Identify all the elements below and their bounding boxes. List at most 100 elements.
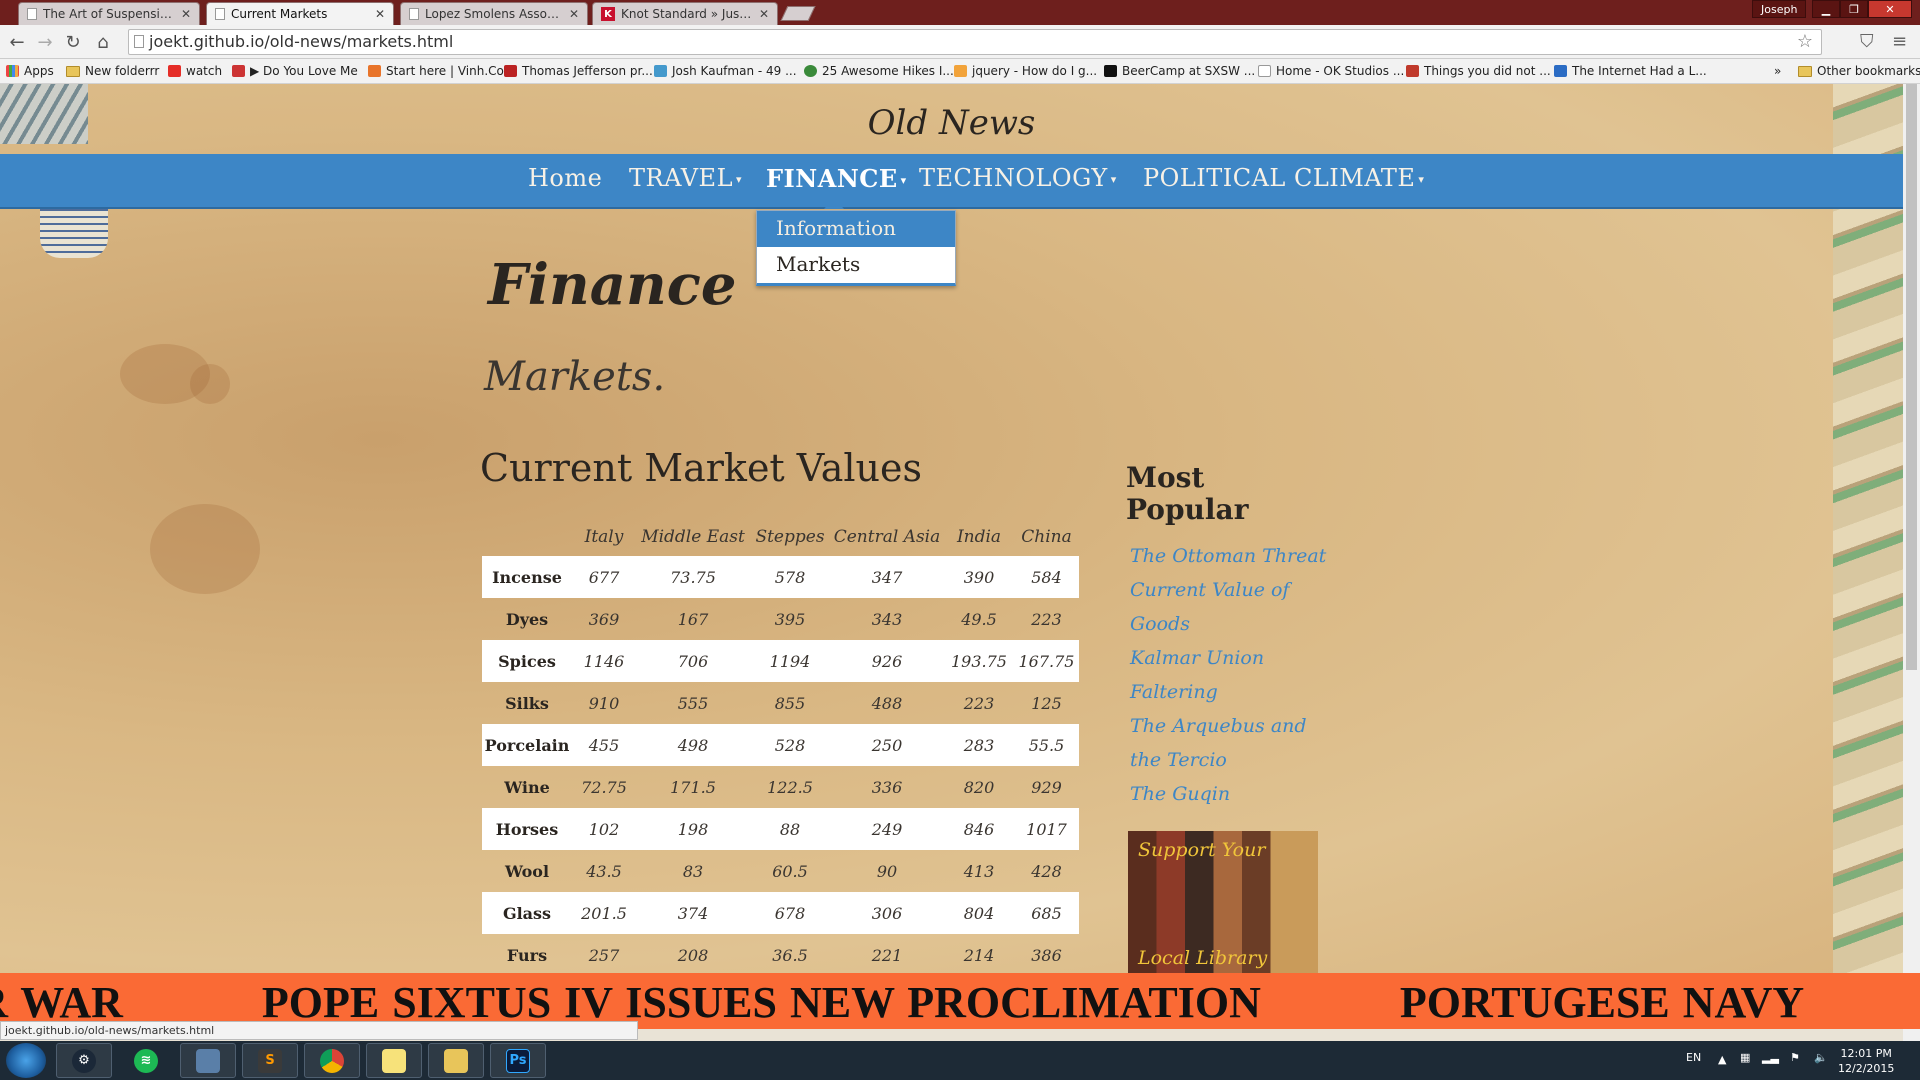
table-cell: 102	[588, 819, 620, 839]
close-window-icon[interactable]: ✕	[1868, 0, 1912, 18]
table-cell: 804	[963, 903, 995, 923]
table-header: Italy Middle East Steppes Central Asia I…	[482, 518, 1079, 556]
table-cell: 167	[677, 609, 709, 629]
home-icon[interactable]: ⌂	[92, 31, 114, 53]
bookmark-item[interactable]: ▶ Do You Love Me	[232, 64, 358, 78]
language-indicator[interactable]: EN	[1686, 1051, 1701, 1064]
forward-arrow-icon[interactable]: →	[34, 31, 56, 53]
nav-technology[interactable]: TECHNOLOGY ▾	[919, 164, 1117, 192]
bookmark-item[interactable]: BeerCamp at SXSW ...	[1104, 64, 1255, 78]
page-icon	[27, 8, 37, 20]
bookmark-item[interactable]: Start here | Vinh.Co	[368, 64, 504, 78]
close-tab-icon[interactable]: ✕	[375, 7, 385, 21]
table-cell: 171.5	[670, 777, 716, 797]
tab-title: The Art of Suspension of I	[43, 7, 175, 21]
tray-expand-icon[interactable]: ▲	[1718, 1053, 1726, 1066]
scrollbar-thumb[interactable]	[1906, 84, 1917, 670]
table-cell: 72.75	[581, 777, 627, 797]
row-label: Wool	[504, 861, 550, 881]
network-icon[interactable]: ▦	[1740, 1051, 1750, 1064]
taskbar-app-steam[interactable]: ⚙	[56, 1043, 112, 1078]
browser-tab-2[interactable]: Current Markets ✕	[206, 2, 394, 25]
popular-link-current-value-of-goods[interactable]: Current Value of Goods	[1130, 573, 1340, 641]
maximize-icon[interactable]: ❐	[1840, 0, 1868, 18]
bookmark-label: Other bookmarks	[1817, 64, 1920, 78]
bookmark-item[interactable]: New folderrr	[66, 64, 159, 78]
dropdown-item-markets[interactable]: Markets	[757, 247, 955, 283]
close-tab-icon[interactable]: ✕	[759, 7, 769, 21]
taskbar-app-spotify[interactable]: ≋	[118, 1043, 174, 1078]
dropdown-item-information[interactable]: Information	[757, 211, 955, 247]
system-clock[interactable]: 12:01 PM 12/2/2015	[1838, 1046, 1894, 1076]
bookmark-star-icon[interactable]: ☆	[1797, 31, 1813, 52]
popular-link-ottoman-threat[interactable]: The Ottoman Threat	[1130, 539, 1340, 573]
bookmark-item[interactable]: Home - OK Studios ...	[1258, 64, 1404, 78]
signal-icon[interactable]: ▂▃	[1762, 1051, 1779, 1064]
column-header: Central Asia	[833, 527, 941, 547]
close-tab-icon[interactable]: ✕	[181, 7, 191, 21]
browser-tab-4[interactable]: K Knot Standard » Just anot ✕	[592, 2, 778, 25]
browser-tab-1[interactable]: The Art of Suspension of I ✕	[18, 2, 200, 25]
section-title: Current Market Values	[480, 446, 923, 490]
browser-tab-3[interactable]: Lopez Smolens Associates ✕	[400, 2, 588, 25]
table-cell: 413	[963, 861, 995, 881]
taskbar-app-photoshop[interactable]: Ps	[490, 1043, 546, 1078]
bookmark-item[interactable]: Thomas Jefferson pr...	[504, 64, 653, 78]
table-cell: 201.5	[581, 903, 627, 923]
table-cell: 198	[677, 819, 709, 839]
nav-travel[interactable]: TRAVEL ▾	[629, 164, 742, 192]
medium-icon	[1554, 65, 1567, 77]
bookmarks-overflow-button[interactable]: »	[1774, 64, 1781, 78]
nav-home[interactable]: Home	[528, 164, 602, 192]
bookmark-item[interactable]: watch	[168, 64, 222, 78]
shield-extension-icon[interactable]: ⛉	[1860, 31, 1874, 52]
start-button[interactable]	[6, 1043, 46, 1078]
bookmark-item[interactable]: The Internet Had a L...	[1554, 64, 1707, 78]
taskbar-app-sublime[interactable]: S	[242, 1043, 298, 1078]
table-row: Horses 102 198 88 249 846 1017	[482, 808, 1079, 850]
flag-icon[interactable]: ⚑	[1790, 1051, 1800, 1064]
table-cell: 49.5	[961, 609, 997, 629]
bookmark-item[interactable]: jquery - How do I g...	[954, 64, 1097, 78]
table-cell: 122.5	[767, 777, 813, 797]
profile-button[interactable]: Joseph	[1752, 0, 1807, 18]
bookmark-item[interactable]: Josh Kaufman - 49 ...	[654, 64, 797, 78]
site-favicon	[368, 65, 381, 77]
row-label: Horses	[495, 819, 559, 839]
close-tab-icon[interactable]: ✕	[569, 7, 579, 21]
taskbar-app-chrome[interactable]	[304, 1043, 360, 1078]
browser-tab-strip: The Art of Suspension of I ✕ Current Mar…	[0, 0, 1920, 25]
back-arrow-icon[interactable]: ←	[6, 31, 28, 53]
other-bookmarks[interactable]: Other bookmarks	[1798, 64, 1920, 78]
address-bar[interactable]: joekt.github.io/old-news/markets.html ☆	[128, 29, 1822, 55]
taskbar-app-window[interactable]	[180, 1043, 236, 1078]
caret-down-icon: ▾	[900, 174, 907, 187]
table-row: Glass 201.5 374 678 306 804 685	[482, 892, 1079, 934]
site-title[interactable]: Old News	[0, 103, 1903, 143]
page-scrollbar[interactable]	[1903, 84, 1920, 1041]
minimize-icon[interactable]: ▁	[1812, 0, 1840, 18]
ad-text: Local Library	[1138, 947, 1268, 969]
popular-link-kalmar-union[interactable]: Kalmar Union Faltering	[1130, 641, 1340, 709]
library-ad-image[interactable]: Support Your Local Library	[1128, 831, 1318, 973]
table-body: Incense 677 73.75 578 347 390 584 Dyes 369 167 395…	[482, 556, 1079, 973]
address-url: joekt.github.io/old-news/markets.html	[149, 32, 454, 51]
taskbar-app-notes[interactable]	[366, 1043, 422, 1078]
bookmark-item[interactable]: Things you did not ...	[1406, 64, 1551, 78]
caret-down-icon: ▾	[1418, 173, 1425, 186]
popular-link-arquebus-tercio[interactable]: The Arquebus and the Tercio	[1130, 709, 1340, 777]
status-bar-url: joekt.github.io/old-news/markets.html	[0, 1021, 638, 1040]
new-tab-button[interactable]	[780, 6, 816, 21]
bookmark-apps[interactable]: Apps	[6, 64, 54, 78]
nav-political-climate[interactable]: POLITICAL CLIMATE ▾	[1143, 164, 1424, 192]
volume-icon[interactable]: 🔈	[1814, 1051, 1828, 1064]
nav-finance[interactable]: FINANCE ▾	[766, 164, 907, 193]
taskbar-app-explorer[interactable]	[428, 1043, 484, 1078]
bookmark-label: Apps	[24, 64, 54, 78]
menu-icon[interactable]: ≡	[1892, 31, 1907, 52]
bookmark-item[interactable]: 25 Awesome Hikes I...	[804, 64, 954, 78]
popular-link-guqin[interactable]: The Guqin	[1130, 777, 1340, 811]
spotify-icon: ≋	[134, 1048, 158, 1073]
reload-icon[interactable]: ↻	[62, 31, 84, 53]
site-favicon	[654, 65, 667, 77]
